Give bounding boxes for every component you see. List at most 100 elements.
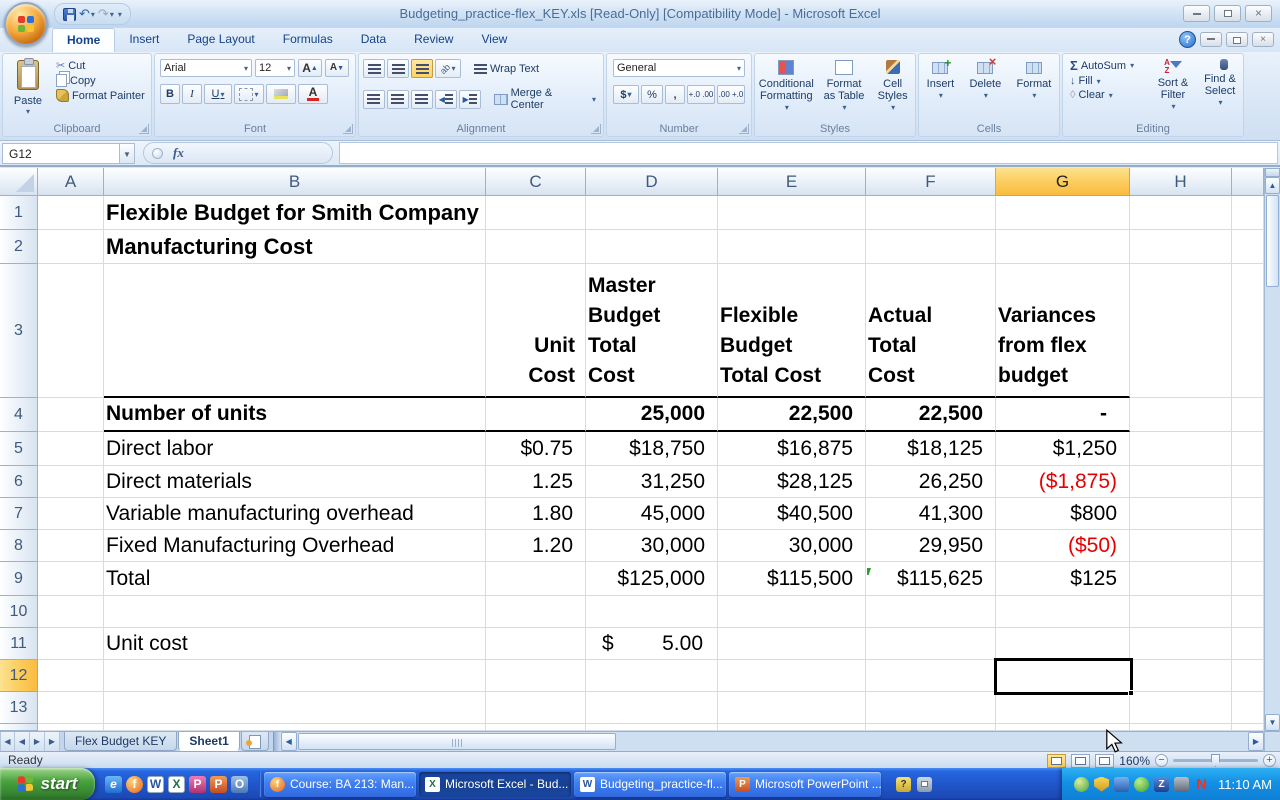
increase-decimal-button[interactable]: +.0 .00 <box>687 85 715 104</box>
cell-X1[interactable] <box>1232 196 1264 230</box>
column-header-partial[interactable] <box>1232 168 1264 196</box>
cell-H12[interactable] <box>1130 660 1232 692</box>
borders-button[interactable]: ▾ <box>234 84 264 104</box>
insert-cells-button[interactable]: Insert▾ <box>927 62 955 120</box>
publisher-icon[interactable]: P <box>189 776 206 793</box>
column-header-F[interactable]: F <box>866 168 996 196</box>
cell-G8[interactable]: ($50) <box>996 530 1130 562</box>
column-header-E[interactable]: E <box>718 168 866 196</box>
cell-X3[interactable] <box>1232 264 1264 398</box>
row-header-12[interactable]: 12 <box>0 660 38 692</box>
z-tray-icon[interactable]: Z <box>1154 777 1169 792</box>
minimize-button[interactable] <box>1183 5 1210 22</box>
vertical-scroll-thumb[interactable] <box>1266 195 1279 287</box>
cell-C6[interactable]: 1.25 <box>486 466 586 498</box>
bold-button[interactable]: B <box>160 84 180 104</box>
internet-explorer-icon[interactable]: e <box>105 776 122 793</box>
cell-X6[interactable] <box>1232 466 1264 498</box>
task-budgeting-doc[interactable]: W Budgeting_practice-fl... <box>574 772 726 797</box>
horizontal-scroll-thumb[interactable] <box>298 733 616 750</box>
zoom-level[interactable]: 160% <box>1119 754 1150 768</box>
cell-E2[interactable] <box>718 230 866 264</box>
shrink-font-button[interactable]: A▼ <box>325 59 349 77</box>
window-tray-icon[interactable] <box>917 777 932 792</box>
cell-C5[interactable]: $0.75 <box>486 432 586 466</box>
task-powerpoint[interactable]: P Microsoft PowerPoint ... <box>729 772 881 797</box>
cell-C13[interactable] <box>486 692 586 724</box>
normal-view-button[interactable] <box>1047 754 1066 768</box>
cell-D4[interactable]: 25,000 <box>586 398 718 432</box>
column-header-G[interactable]: G <box>996 168 1130 196</box>
cell-X9[interactable] <box>1232 562 1264 596</box>
grow-font-button[interactable]: A▲ <box>298 59 322 77</box>
row-header-11[interactable]: 11 <box>0 628 38 660</box>
cell-F9[interactable]: $115,625 <box>866 562 996 596</box>
row-header-13[interactable]: 13 <box>0 692 38 724</box>
cell-X12[interactable] <box>1232 660 1264 692</box>
cell-D9[interactable]: $125,000 <box>586 562 718 596</box>
underline-button[interactable]: U▾ <box>204 84 232 104</box>
font-dialog-launcher[interactable] <box>343 124 353 134</box>
cell-D11[interactable]: $5.00 <box>586 628 718 660</box>
cell-B13[interactable] <box>104 692 486 724</box>
clear-button[interactable]: ◊Clear▾ <box>1067 88 1137 102</box>
cell-A6[interactable] <box>38 466 104 498</box>
word-icon[interactable]: W <box>147 776 164 793</box>
office-button[interactable] <box>4 2 48 46</box>
cell-D2[interactable] <box>586 230 718 264</box>
column-header-H[interactable]: H <box>1130 168 1232 196</box>
row-header-5[interactable]: 5 <box>0 432 38 466</box>
page-layout-view-button[interactable] <box>1071 754 1090 768</box>
cell-X7[interactable] <box>1232 498 1264 530</box>
cell-A4[interactable] <box>38 398 104 432</box>
cell-E7[interactable]: $40,500 <box>718 498 866 530</box>
cell-E12[interactable] <box>718 660 866 692</box>
row-header-10[interactable]: 10 <box>0 596 38 628</box>
cell-H5[interactable] <box>1130 432 1232 466</box>
number-format-combo[interactable]: General▾ <box>613 59 745 77</box>
vertical-scroll-track[interactable] <box>1265 288 1280 714</box>
column-header-B[interactable]: B <box>104 168 486 196</box>
wrap-text-button[interactable]: Wrap Text <box>471 62 542 76</box>
format-cells-button[interactable]: Format▾ <box>1017 62 1052 120</box>
row-header-9[interactable]: 9 <box>0 562 38 596</box>
row-header-8[interactable]: 8 <box>0 530 38 562</box>
name-box-dropdown[interactable]: ▼ <box>120 143 135 164</box>
find-select-button[interactable]: Find & Select▾ <box>1199 59 1241 113</box>
cell-A1[interactable] <box>38 196 104 230</box>
cell-B3[interactable] <box>104 264 486 398</box>
task-firefox-course[interactable]: f Course: BA 213: Man... <box>264 772 416 797</box>
workbook-minimize-button[interactable] <box>1200 32 1222 47</box>
italic-button[interactable]: I <box>182 84 202 104</box>
cell-C9[interactable] <box>486 562 586 596</box>
excel-icon[interactable]: X <box>168 776 185 793</box>
cell-E10[interactable] <box>718 596 866 628</box>
fill-button[interactable]: ↓Fill▾ <box>1067 74 1137 88</box>
row-header-4[interactable]: 4 <box>0 398 38 432</box>
fill-handle[interactable] <box>1128 690 1134 696</box>
cell-H9[interactable] <box>1130 562 1232 596</box>
vertical-scrollbar[interactable]: ▲ ▼ <box>1264 168 1280 731</box>
cell-E3[interactable]: Flexible Budget Total Cost <box>718 264 866 398</box>
increase-indent-button[interactable]: ▶ <box>459 90 481 109</box>
cell-C7[interactable]: 1.80 <box>486 498 586 530</box>
delete-cells-button[interactable]: Delete▾ <box>969 62 1001 120</box>
cell-A9[interactable] <box>38 562 104 596</box>
column-header-A[interactable]: A <box>38 168 104 196</box>
tab-review[interactable]: Review <box>400 28 467 52</box>
alignment-dialog-launcher[interactable] <box>591 124 601 134</box>
paste-button[interactable]: Paste ▾ <box>7 60 49 116</box>
decrease-indent-button[interactable]: ◀ <box>435 90 457 109</box>
cell-F11[interactable] <box>866 628 996 660</box>
zoom-out-button[interactable]: − <box>1155 754 1168 767</box>
cell-X11[interactable] <box>1232 628 1264 660</box>
cell-E5[interactable]: $16,875 <box>718 432 866 466</box>
prev-sheet-button[interactable]: ◀ <box>15 732 30 751</box>
vertical-split-handle[interactable] <box>1265 168 1280 177</box>
sheet-tab-flex-budget-key[interactable]: Flex Budget KEY <box>64 732 177 751</box>
cell-E13[interactable] <box>718 692 866 724</box>
cell-B9[interactable]: Total <box>104 562 486 596</box>
font-color-button[interactable]: A <box>298 84 328 104</box>
cell-D3[interactable]: Master Budget Total Cost <box>586 264 718 398</box>
horizontal-scroll-track[interactable] <box>617 732 1248 751</box>
